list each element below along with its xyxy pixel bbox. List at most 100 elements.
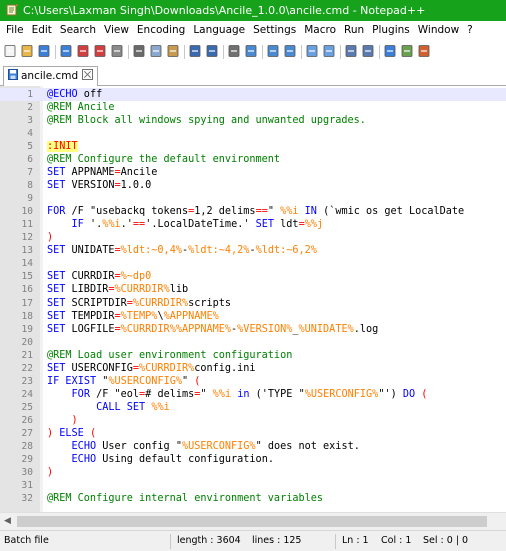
code-line[interactable]: 30) — [0, 466, 506, 479]
code-line[interactable]: 15 SET CURRDIR=%~dp0 — [0, 270, 506, 283]
copy-icon[interactable] — [149, 44, 163, 58]
menu-language[interactable]: Language — [189, 21, 249, 40]
menu-window[interactable]: Window — [414, 21, 463, 40]
menu-settings[interactable]: Settings — [249, 21, 300, 40]
code-line[interactable]: 24 FOR /F "eol=# delims=" %%i in ('TYPE … — [0, 388, 506, 401]
menu-help[interactable]: ? — [463, 21, 477, 40]
code-token: SET — [126, 401, 146, 413]
code-area[interactable]: 1 @ECHO off 2 @REM Ancile 3 @REM Block all wi… — [0, 88, 506, 505]
paste-icon[interactable] — [166, 44, 180, 58]
code-line[interactable]: 21 @REM Load user environment configurati… — [0, 349, 506, 362]
close-tab-icon[interactable] — [82, 69, 94, 80]
code-token: @REM Configure internal environment vari… — [47, 492, 324, 504]
code-line[interactable]: 1 @ECHO off — [0, 88, 506, 102]
code-line[interactable]: 28 ECHO User config "%USERCONFIG%" does … — [0, 440, 506, 453]
code-line[interactable]: 10 FOR /F "usebackq tokens=1,2 delims==" … — [0, 205, 506, 218]
code-line[interactable]: 7 SET APPNAME=Ancile — [0, 166, 506, 179]
menu-file[interactable]: File — [0, 21, 28, 40]
code-line[interactable]: 29 ECHO Using default configuration. — [0, 453, 506, 466]
document-map-icon[interactable] — [417, 44, 431, 58]
code-line[interactable]: 23 IF EXIST "%USERCONFIG%" ( — [0, 375, 506, 388]
undo-icon[interactable] — [188, 44, 202, 58]
replace-icon[interactable] — [244, 44, 258, 58]
code-line[interactable]: 32 @REM Configure internal environment va… — [0, 492, 506, 505]
open-file-icon[interactable] — [20, 44, 34, 58]
line-number: 29 — [21, 453, 33, 465]
menu-encoding[interactable]: Encoding — [133, 21, 189, 40]
code-token: %%i — [280, 206, 299, 218]
code-line[interactable]: 5:INIT — [0, 140, 506, 153]
find-icon[interactable] — [227, 44, 241, 58]
editor[interactable]: 1 @ECHO off 2 @REM Ancile 3 @REM Block all wi… — [0, 86, 506, 512]
line-number: 14 — [21, 258, 33, 270]
code-token: ('TYPE " — [249, 388, 305, 400]
zoom-in-icon[interactable] — [266, 44, 280, 58]
line-text: @REM Configure internal environment vari… — [47, 492, 323, 505]
user-language-icon[interactable] — [400, 44, 414, 58]
code-line[interactable]: 3 @REM Block all windows spying and unwan… — [0, 114, 506, 127]
code-token: %~dp0 — [120, 271, 152, 283]
toolbar-separator — [223, 45, 224, 59]
code-line[interactable]: 25 CALL SET %%i — [0, 401, 506, 414]
code-token: %CURRDIR%%APPNAME% — [120, 323, 232, 335]
code-line[interactable]: 6 @REM Configure the default environment — [0, 153, 506, 166]
menu-edit[interactable]: Edit — [28, 21, 56, 40]
show-all-characters-icon[interactable] — [361, 44, 375, 58]
line-number: 22 — [21, 362, 33, 374]
menu-macro[interactable]: Macro — [300, 21, 340, 40]
code-line[interactable]: 27) ELSE ( — [0, 427, 506, 440]
close-all-icon[interactable] — [93, 44, 107, 58]
code-line[interactable]: 18 SET TEMPDIR=%TEMP%\%APPNAME% — [0, 310, 506, 323]
menu-run[interactable]: Run — [340, 21, 368, 40]
toolbar-separator — [184, 45, 185, 59]
zoom-out-icon[interactable] — [283, 44, 297, 58]
cut-icon[interactable] — [132, 44, 146, 58]
sync-vertical-icon[interactable] — [305, 44, 319, 58]
new-file-icon[interactable] — [3, 44, 17, 58]
code-line[interactable]: 11 IF '.%%i.'=='.LocalDateTime.' SET ldt… — [0, 218, 506, 231]
code-token: @ECHO — [47, 89, 78, 100]
menu-search[interactable]: Search — [56, 21, 100, 40]
code-line[interactable]: 31 — [0, 479, 506, 492]
sync-horizontal-icon[interactable] — [322, 44, 336, 58]
save-all-icon[interactable] — [59, 44, 73, 58]
code-line[interactable]: 26 ) — [0, 414, 506, 427]
code-line[interactable]: 22 SET USERCONFIG=%CURRDIR%config.ini — [0, 362, 506, 375]
scroll-left-arrow-icon[interactable]: ◀ — [4, 517, 12, 526]
line-text: SET UNIDATE=%ldt:~0,4%-%ldt:~4,2%-%ldt:~… — [47, 244, 317, 257]
code-token: EXIST — [65, 375, 97, 387]
line-number: 32 — [21, 492, 33, 504]
scrollbar-thumb[interactable] — [17, 516, 487, 527]
menu-view[interactable]: View — [100, 21, 133, 40]
code-line[interactable]: 19 SET LOGFILE=%CURRDIR%%APPNAME%-%VERSIO… — [0, 323, 506, 336]
line-number: 31 — [21, 479, 33, 491]
code-line[interactable]: 4 — [0, 127, 506, 140]
word-wrap-icon[interactable] — [344, 44, 358, 58]
menu-plugins[interactable]: Plugins — [368, 21, 414, 40]
close-icon[interactable] — [76, 44, 90, 58]
code-line[interactable]: 8 SET VERSION=1.0.0 — [0, 179, 506, 192]
code-line[interactable]: 2 @REM Ancile — [0, 101, 506, 114]
line-number: 23 — [21, 375, 33, 387]
code-line[interactable]: 12) — [0, 231, 506, 244]
tab-ancile-cmd[interactable]: ancile.cmd — [3, 66, 99, 86]
indent-guide-icon[interactable] — [383, 44, 397, 58]
tab-label: ancile.cmd — [21, 70, 79, 82]
code-line[interactable]: 14 — [0, 257, 506, 270]
title-bar[interactable]: C:\Users\Laxman Singh\Downloads\Ancile_1… — [0, 0, 506, 21]
code-line[interactable]: 13 SET UNIDATE=%ldt:~0,4%-%ldt:~4,2%-%ldt… — [0, 244, 506, 257]
code-line[interactable]: 9 — [0, 192, 506, 205]
status-column: Col : 1 — [381, 535, 412, 546]
save-icon[interactable] — [37, 44, 51, 58]
code-line[interactable]: 17 SET SCRIPTDIR=%CURRDIR%scripts — [0, 297, 506, 310]
print-icon[interactable] — [110, 44, 124, 58]
line-number: 15 — [21, 271, 33, 283]
code-line[interactable]: 20 — [0, 336, 506, 349]
line-text: ) — [47, 231, 53, 244]
horizontal-scrollbar[interactable]: ◀ — [0, 512, 506, 530]
code-line[interactable]: 16 SET LIBDIR=%CURRDIR%lib — [0, 283, 506, 296]
line-text: SET USERCONFIG=%CURRDIR%config.ini — [47, 362, 256, 375]
redo-icon[interactable] — [205, 44, 219, 58]
line-number: 20 — [21, 336, 33, 348]
